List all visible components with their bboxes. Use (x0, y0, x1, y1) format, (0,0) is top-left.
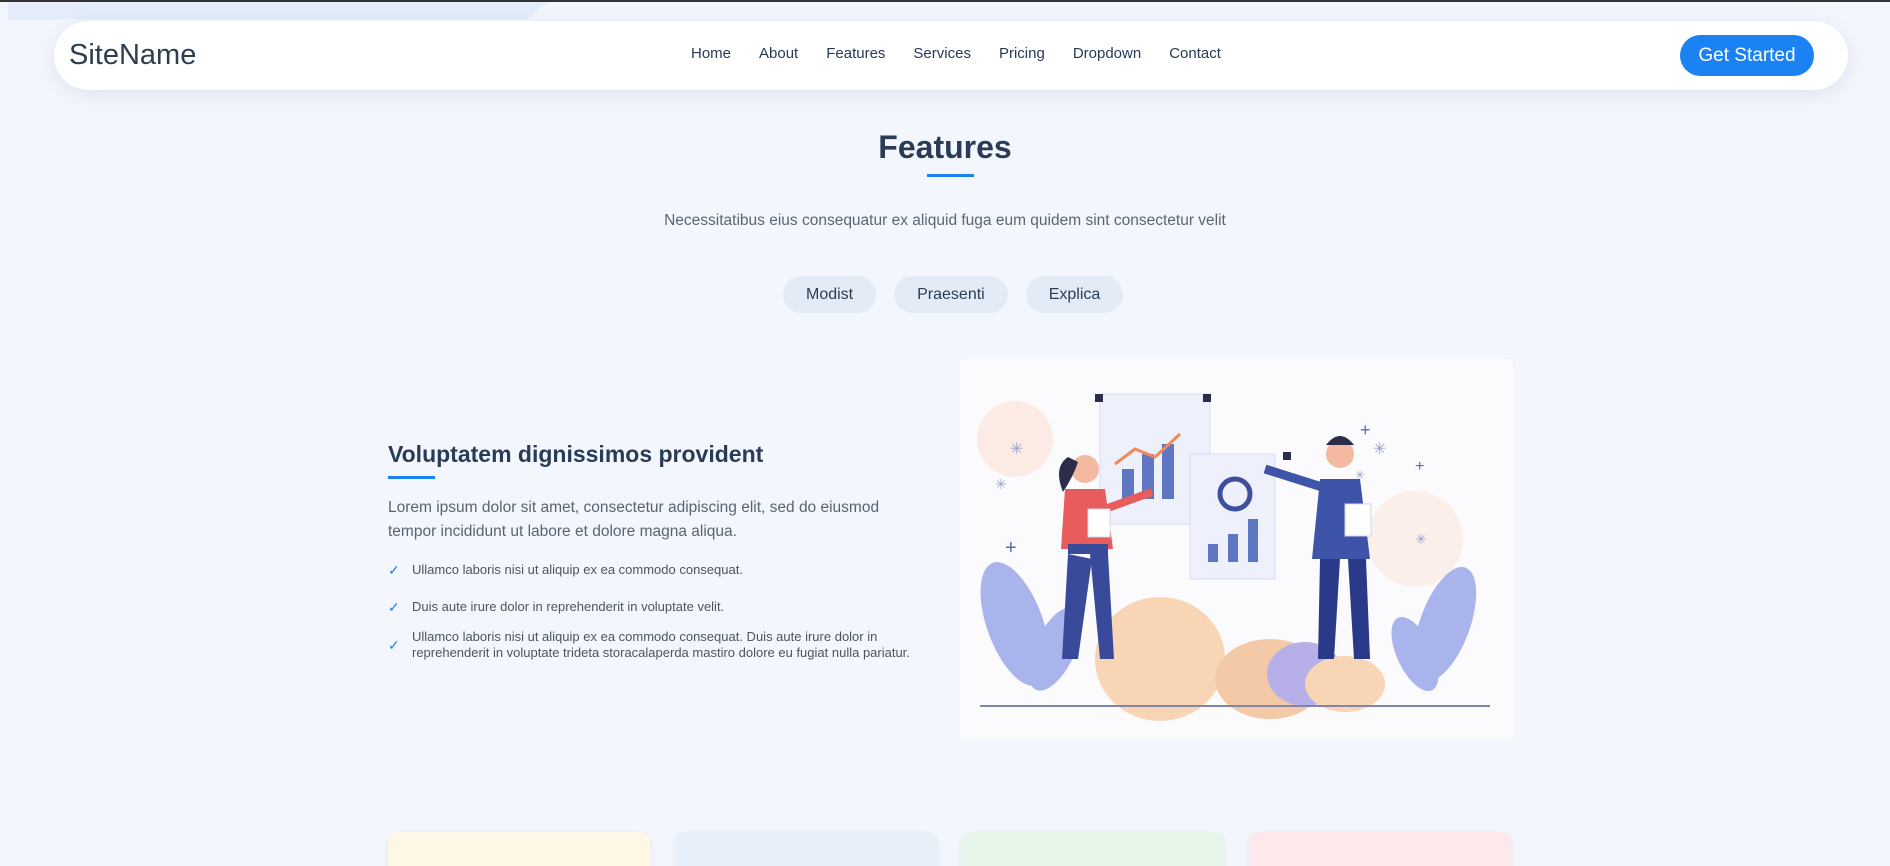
list-item-text: Duis aute irure dolor in reprehenderit i… (412, 599, 725, 614)
svg-text:+: + (1360, 420, 1371, 440)
tab-explica[interactable]: Explica (1025, 276, 1124, 313)
presentation-illustration: ✳ ✳ ✳ ✳ ✳ + + + (977, 393, 1490, 721)
section-title: Features (878, 129, 1012, 165)
feature-heading: Voluptatem dignissimos provident (388, 441, 764, 467)
list-item: ✓ Duis aute irure dolor in reprehenderit… (388, 597, 928, 617)
nav-about[interactable]: About (759, 45, 798, 62)
title-underline (927, 174, 974, 177)
feature-cards (388, 832, 1511, 866)
tab-praesenti[interactable]: Praesenti (894, 276, 1008, 313)
nav-services[interactable]: Services (913, 45, 971, 62)
nav-dropdown[interactable]: Dropdown (1073, 45, 1141, 62)
feature-tabs: Modist Praesenti Explica (783, 276, 1124, 313)
feature-illustration: ✳ ✳ ✳ ✳ ✳ + + + (960, 359, 1513, 739)
svg-text:+: + (1005, 537, 1017, 559)
check-icon: ✓ (388, 637, 400, 653)
list-item: ✓ Ullamco laboris nisi ut aliquip ex ea … (388, 560, 928, 580)
feature-card[interactable] (1249, 832, 1511, 866)
tab-modist[interactable]: Modist (783, 276, 877, 313)
list-item-text: Ullamco laboris nisi ut aliquip ex ea co… (412, 562, 743, 577)
site-logo[interactable]: SiteName (69, 39, 196, 72)
svg-text:✳: ✳ (1010, 441, 1023, 458)
feature-card[interactable] (962, 832, 1224, 866)
feature-checklist: ✓ Ullamco laboris nisi ut aliquip ex ea … (388, 560, 928, 665)
list-item: ✓ Ullamco laboris nisi ut aliquip ex ea … (388, 625, 928, 665)
nav-features[interactable]: Features (826, 45, 885, 62)
feature-description: Lorem ipsum dolor sit amet, consectetur … (388, 499, 880, 540)
feature-card[interactable] (388, 832, 650, 866)
get-started-button[interactable]: Get Started (1680, 35, 1814, 76)
nav-contact[interactable]: Contact (1169, 45, 1221, 62)
check-icon: ✓ (388, 562, 400, 578)
svg-text:✳: ✳ (1415, 531, 1427, 547)
feature-card[interactable] (675, 832, 937, 866)
main-nav: Home About Features Services Pricing Dro… (691, 45, 1249, 62)
site-header: SiteName Home About Features Services Pr… (54, 21, 1848, 90)
svg-text:+: + (1415, 458, 1424, 475)
nav-pricing[interactable]: Pricing (999, 45, 1045, 62)
nav-home[interactable]: Home (691, 45, 731, 62)
svg-text:✳: ✳ (1373, 441, 1386, 458)
section-subtitle: Necessitatibus eius consequatur ex aliqu… (664, 212, 1226, 229)
svg-text:✳: ✳ (995, 476, 1007, 492)
check-icon: ✓ (388, 599, 400, 615)
feature-heading-underline (388, 476, 435, 479)
list-item-text: Ullamco laboris nisi ut aliquip ex ea co… (412, 629, 910, 660)
top-border (0, 0, 1890, 2)
